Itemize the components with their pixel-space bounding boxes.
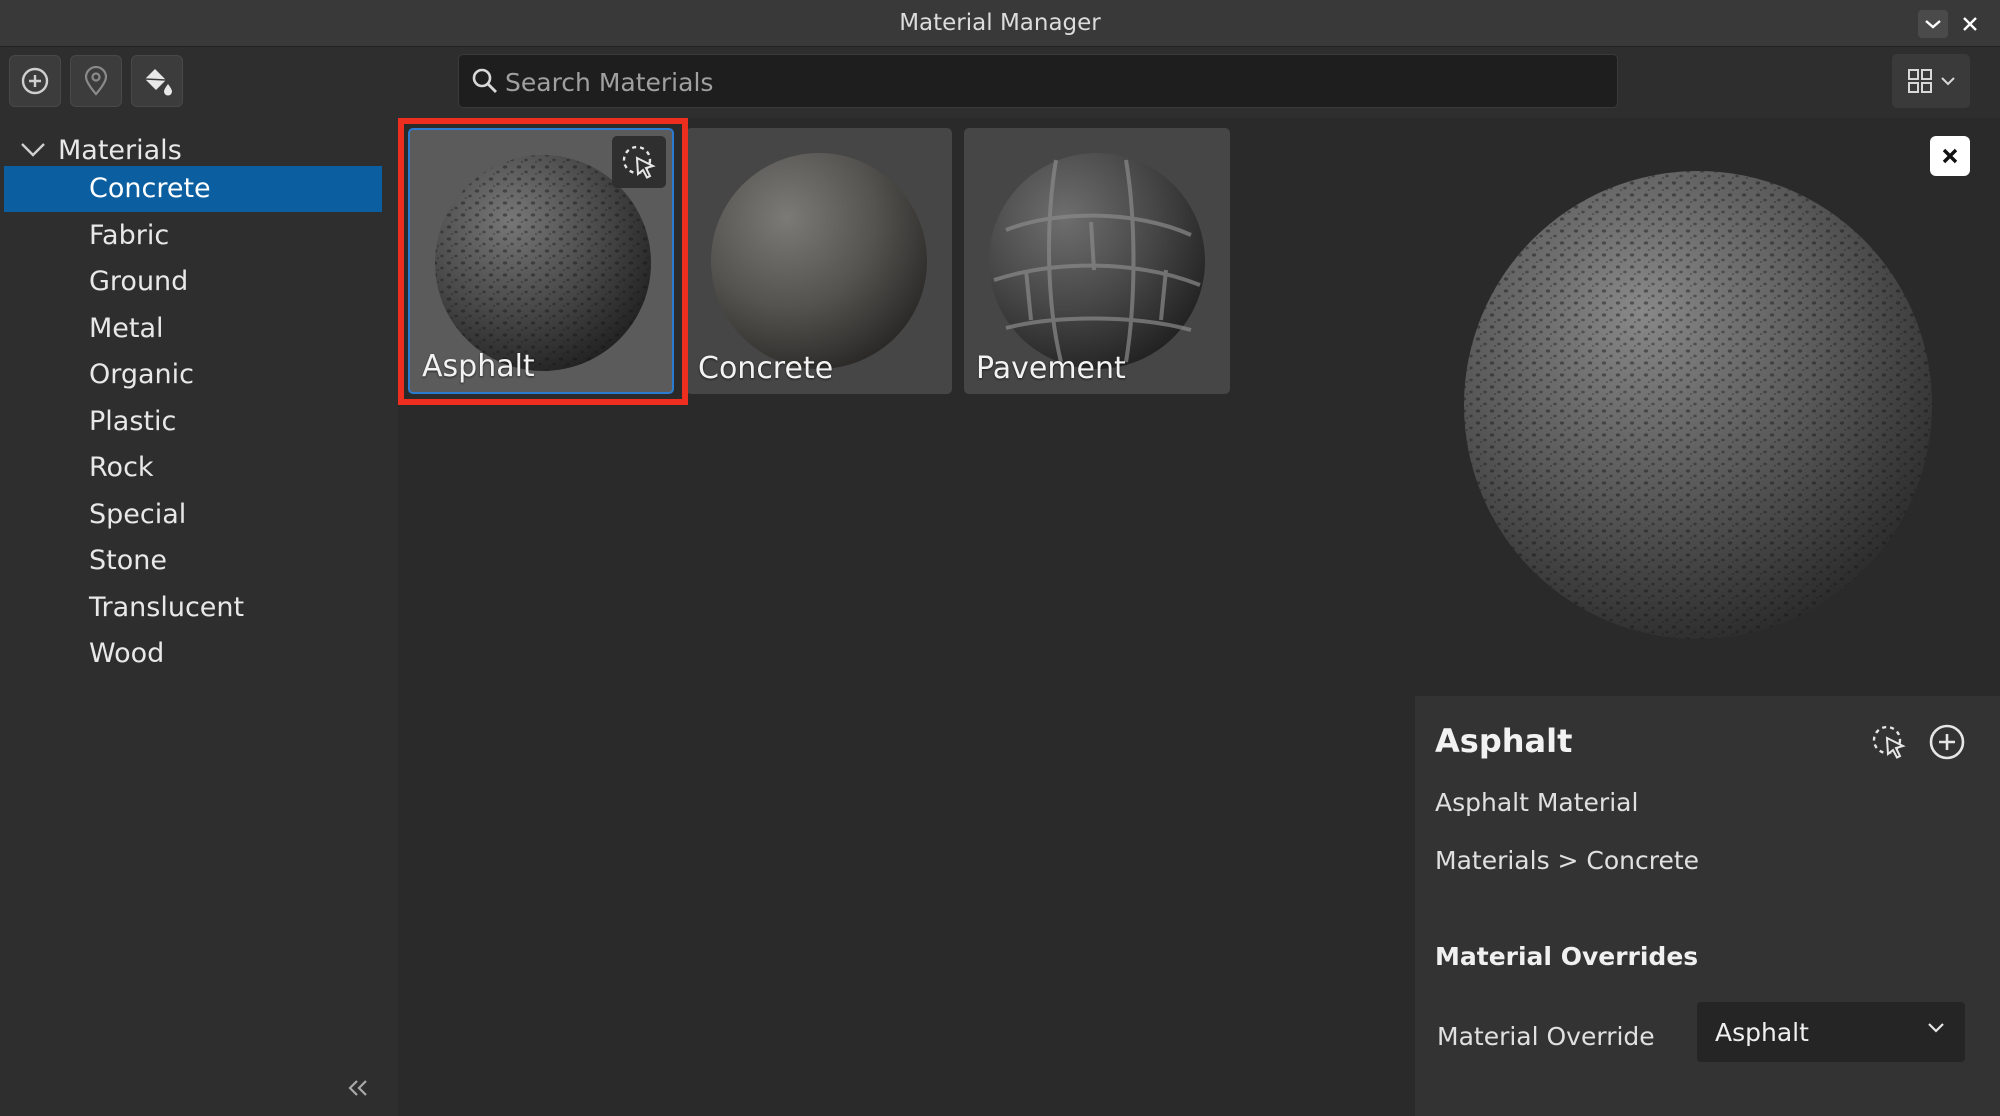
sidebar-item-wood[interactable]: Wood: [4, 631, 382, 677]
title-bar: Material Manager: [0, 0, 2000, 47]
category-sidebar: Materials Concrete Fabric Ground Metal O…: [0, 118, 396, 1116]
override-label: Material Override: [1437, 1022, 1655, 1051]
material-grid: Asphalt Concrete Pavement: [398, 118, 1413, 1116]
material-tile-pavement[interactable]: Pavement: [964, 128, 1230, 394]
sidebar-item-fabric[interactable]: Fabric: [4, 213, 382, 259]
material-tile-concrete[interactable]: Concrete: [686, 128, 952, 394]
select-cursor-icon: [622, 145, 656, 179]
apply-to-selection-button[interactable]: [1867, 720, 1911, 764]
location-pin-icon: [84, 65, 108, 96]
double-chevron-left-icon: [348, 1080, 367, 1096]
override-value: Asphalt: [1715, 1017, 1809, 1047]
material-info: Asphalt Asphalt Material Materials > Con…: [1415, 696, 2000, 1116]
material-description: Asphalt Material: [1435, 788, 1639, 817]
tile-label: Concrete: [698, 351, 834, 386]
material-override-dropdown[interactable]: Asphalt: [1697, 1002, 1965, 1062]
chevron-down-icon: [21, 143, 45, 157]
concrete-sphere-thumbnail: [711, 153, 927, 369]
sidebar-item-special[interactable]: Special: [4, 492, 382, 538]
grid-view-icon: [1908, 69, 1932, 93]
overrides-section-title: Material Overrides: [1435, 942, 1699, 971]
add-circle-icon: [1929, 724, 1965, 760]
material-path: Materials > Concrete: [1435, 846, 1700, 875]
search-icon: [472, 68, 497, 93]
sidebar-item-organic[interactable]: Organic: [4, 352, 382, 398]
details-panel: Asphalt Asphalt Material Materials > Con…: [1413, 118, 2000, 1116]
chevron-down-icon: [1928, 1023, 1944, 1033]
select-cursor-icon: [1872, 725, 1906, 759]
sidebar-item-translucent[interactable]: Translucent: [4, 585, 382, 631]
add-circle-icon: [21, 67, 49, 95]
chevron-down-icon: [1941, 77, 1955, 86]
view-mode-dropdown[interactable]: [1892, 54, 1970, 108]
paint-bucket-icon: [144, 69, 172, 96]
collapse-sidebar-button[interactable]: [340, 1070, 376, 1106]
material-manager-window: Material Manager Materials: [0, 0, 2000, 1116]
material-name: Asphalt: [1435, 722, 1573, 760]
material-preview-sphere: [1464, 171, 1932, 639]
sidebar-item-rock[interactable]: Rock: [4, 445, 382, 491]
locate-material-button[interactable]: [70, 55, 122, 107]
search-input[interactable]: [503, 59, 1607, 105]
window-title: Material Manager: [899, 10, 1101, 36]
sidebar-item-metal[interactable]: Metal: [4, 306, 382, 352]
close-icon: [1963, 17, 1977, 31]
tree-root-label: Materials: [58, 134, 182, 166]
toolbar: [0, 47, 2000, 117]
create-material-button[interactable]: [9, 55, 61, 107]
close-window-button[interactable]: [1955, 10, 1985, 38]
pavement-sphere-thumbnail: [989, 153, 1205, 369]
search-box: [458, 54, 1618, 108]
close-icon: [1942, 148, 1958, 164]
create-variant-button[interactable]: [1925, 720, 1969, 764]
sidebar-item-plastic[interactable]: Plastic: [4, 399, 382, 445]
sidebar-item-ground[interactable]: Ground: [4, 259, 382, 305]
apply-to-selection-button[interactable]: [612, 136, 666, 188]
tile-label: Pavement: [976, 351, 1126, 386]
apply-material-button[interactable]: [131, 55, 183, 107]
sidebar-item-concrete[interactable]: Concrete: [4, 166, 382, 212]
collapse-window-button[interactable]: [1918, 10, 1948, 38]
sidebar-item-stone[interactable]: Stone: [4, 538, 382, 584]
chevron-down-icon: [1925, 20, 1941, 29]
material-tile-asphalt[interactable]: Asphalt: [408, 128, 674, 394]
close-details-button[interactable]: [1930, 136, 1970, 176]
tile-label: Asphalt: [422, 349, 535, 384]
